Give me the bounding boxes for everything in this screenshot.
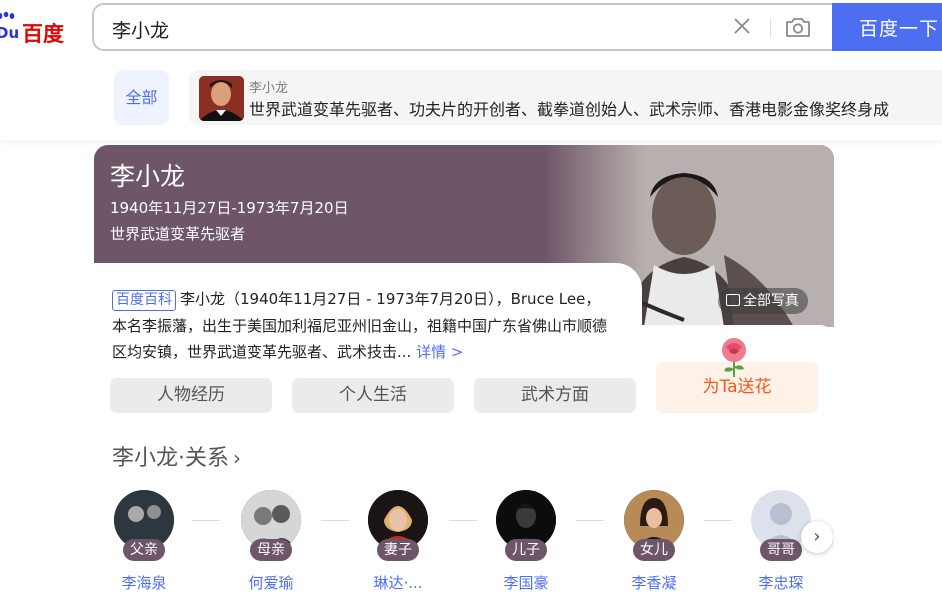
- baike-more-link[interactable]: 详情 >: [416, 343, 463, 361]
- relation-role-badge: 女儿: [633, 539, 675, 561]
- relation-name[interactable]: 何爱瑜: [221, 572, 321, 593]
- chevron-right-icon: ›: [233, 446, 241, 470]
- relation-connector: [192, 520, 220, 521]
- photo-icon: [726, 294, 740, 306]
- baike-text: 李小龙（1940年11月27日 - 1973年7月20日），Bruce Lee，…: [112, 290, 608, 361]
- relation-name[interactable]: 李海泉: [94, 572, 194, 593]
- tab-all[interactable]: 全部: [114, 70, 169, 125]
- baike-tag[interactable]: 百度百科: [112, 290, 176, 311]
- camera-icon[interactable]: [784, 14, 812, 40]
- relations-title-text: 李小龙·关系: [112, 446, 229, 471]
- relation-name[interactable]: 李忠琛: [731, 572, 831, 593]
- all-photos-label: 全部写真: [743, 293, 799, 309]
- relation-role-badge: 父亲: [123, 539, 165, 561]
- relation-role-badge: 儿子: [505, 539, 547, 561]
- baike-summary: 百度百科 李小龙（1940年11月27日 - 1973年7月20日），Bruce …: [112, 286, 612, 366]
- relation-father[interactable]: 父亲 李海泉: [114, 490, 174, 592]
- relations-next-button[interactable]: ›: [801, 521, 833, 553]
- chip-personal-life[interactable]: 个人生活: [292, 378, 454, 413]
- relation-mother[interactable]: 母亲 何爱瑜: [241, 490, 301, 592]
- logo-text: 百度: [22, 22, 64, 46]
- relation-son[interactable]: 儿子 李国豪: [496, 490, 556, 592]
- card-dates: 1940年11月27日-1973年7月20日: [110, 199, 349, 217]
- relation-name[interactable]: 李国豪: [476, 572, 576, 593]
- baidu-logo[interactable]: Du 百度: [0, 10, 74, 50]
- relation-name[interactable]: 琳达·...: [348, 572, 448, 593]
- relation-connector: [321, 520, 349, 521]
- relation-role-badge: 哥哥: [760, 539, 802, 561]
- search-button[interactable]: 百度一下: [832, 3, 942, 51]
- relation-name[interactable]: 李香凝: [604, 572, 704, 593]
- relation-connector: [449, 520, 477, 521]
- chip-martial-arts[interactable]: 武术方面: [474, 378, 636, 413]
- card-title: 李小龙: [110, 162, 186, 191]
- suggestion-description: 世界武道变革先驱者、功夫片的开创者、截拳道创始人、武术宗师、香港电影金像奖终身成: [249, 100, 890, 119]
- search-header: Du 百度 李小龙 百度一下 全部 李小龙 世界武道变革先驱者、功夫片的开创者、…: [0, 0, 942, 140]
- rose-icon: [722, 338, 746, 377]
- search-input[interactable]: 李小龙: [112, 16, 169, 43]
- relations-title[interactable]: 李小龙·关系 ›: [112, 440, 241, 472]
- entity-suggestion[interactable]: 李小龙 世界武道变革先驱者、功夫片的开创者、截拳道创始人、武术宗师、香港电影金像…: [189, 70, 942, 125]
- suggestion-name: 李小龙: [249, 81, 289, 96]
- card-tagline: 世界武道变革先驱者: [110, 225, 246, 243]
- clear-icon[interactable]: [730, 14, 754, 38]
- relation-role-badge: 母亲: [250, 539, 292, 561]
- logo-du: Du: [0, 24, 20, 42]
- search-divider: [770, 18, 771, 38]
- relation-wife[interactable]: 妻子 琳达·...: [368, 490, 428, 592]
- search-box[interactable]: 李小龙: [92, 3, 834, 51]
- relation-role-badge: 妻子: [377, 539, 419, 561]
- relation-connector: [704, 520, 732, 521]
- relation-daughter[interactable]: 女儿 李香凝: [624, 490, 684, 592]
- suggestion-thumbnail: [199, 76, 244, 121]
- chip-career[interactable]: 人物经历: [110, 378, 272, 413]
- knowledge-card: 李小龙 1940年11月27日-1973年7月20日 世界武道变革先驱者 全部写…: [94, 145, 834, 605]
- relation-connector: [576, 520, 604, 521]
- all-photos-button[interactable]: 全部写真: [718, 288, 808, 314]
